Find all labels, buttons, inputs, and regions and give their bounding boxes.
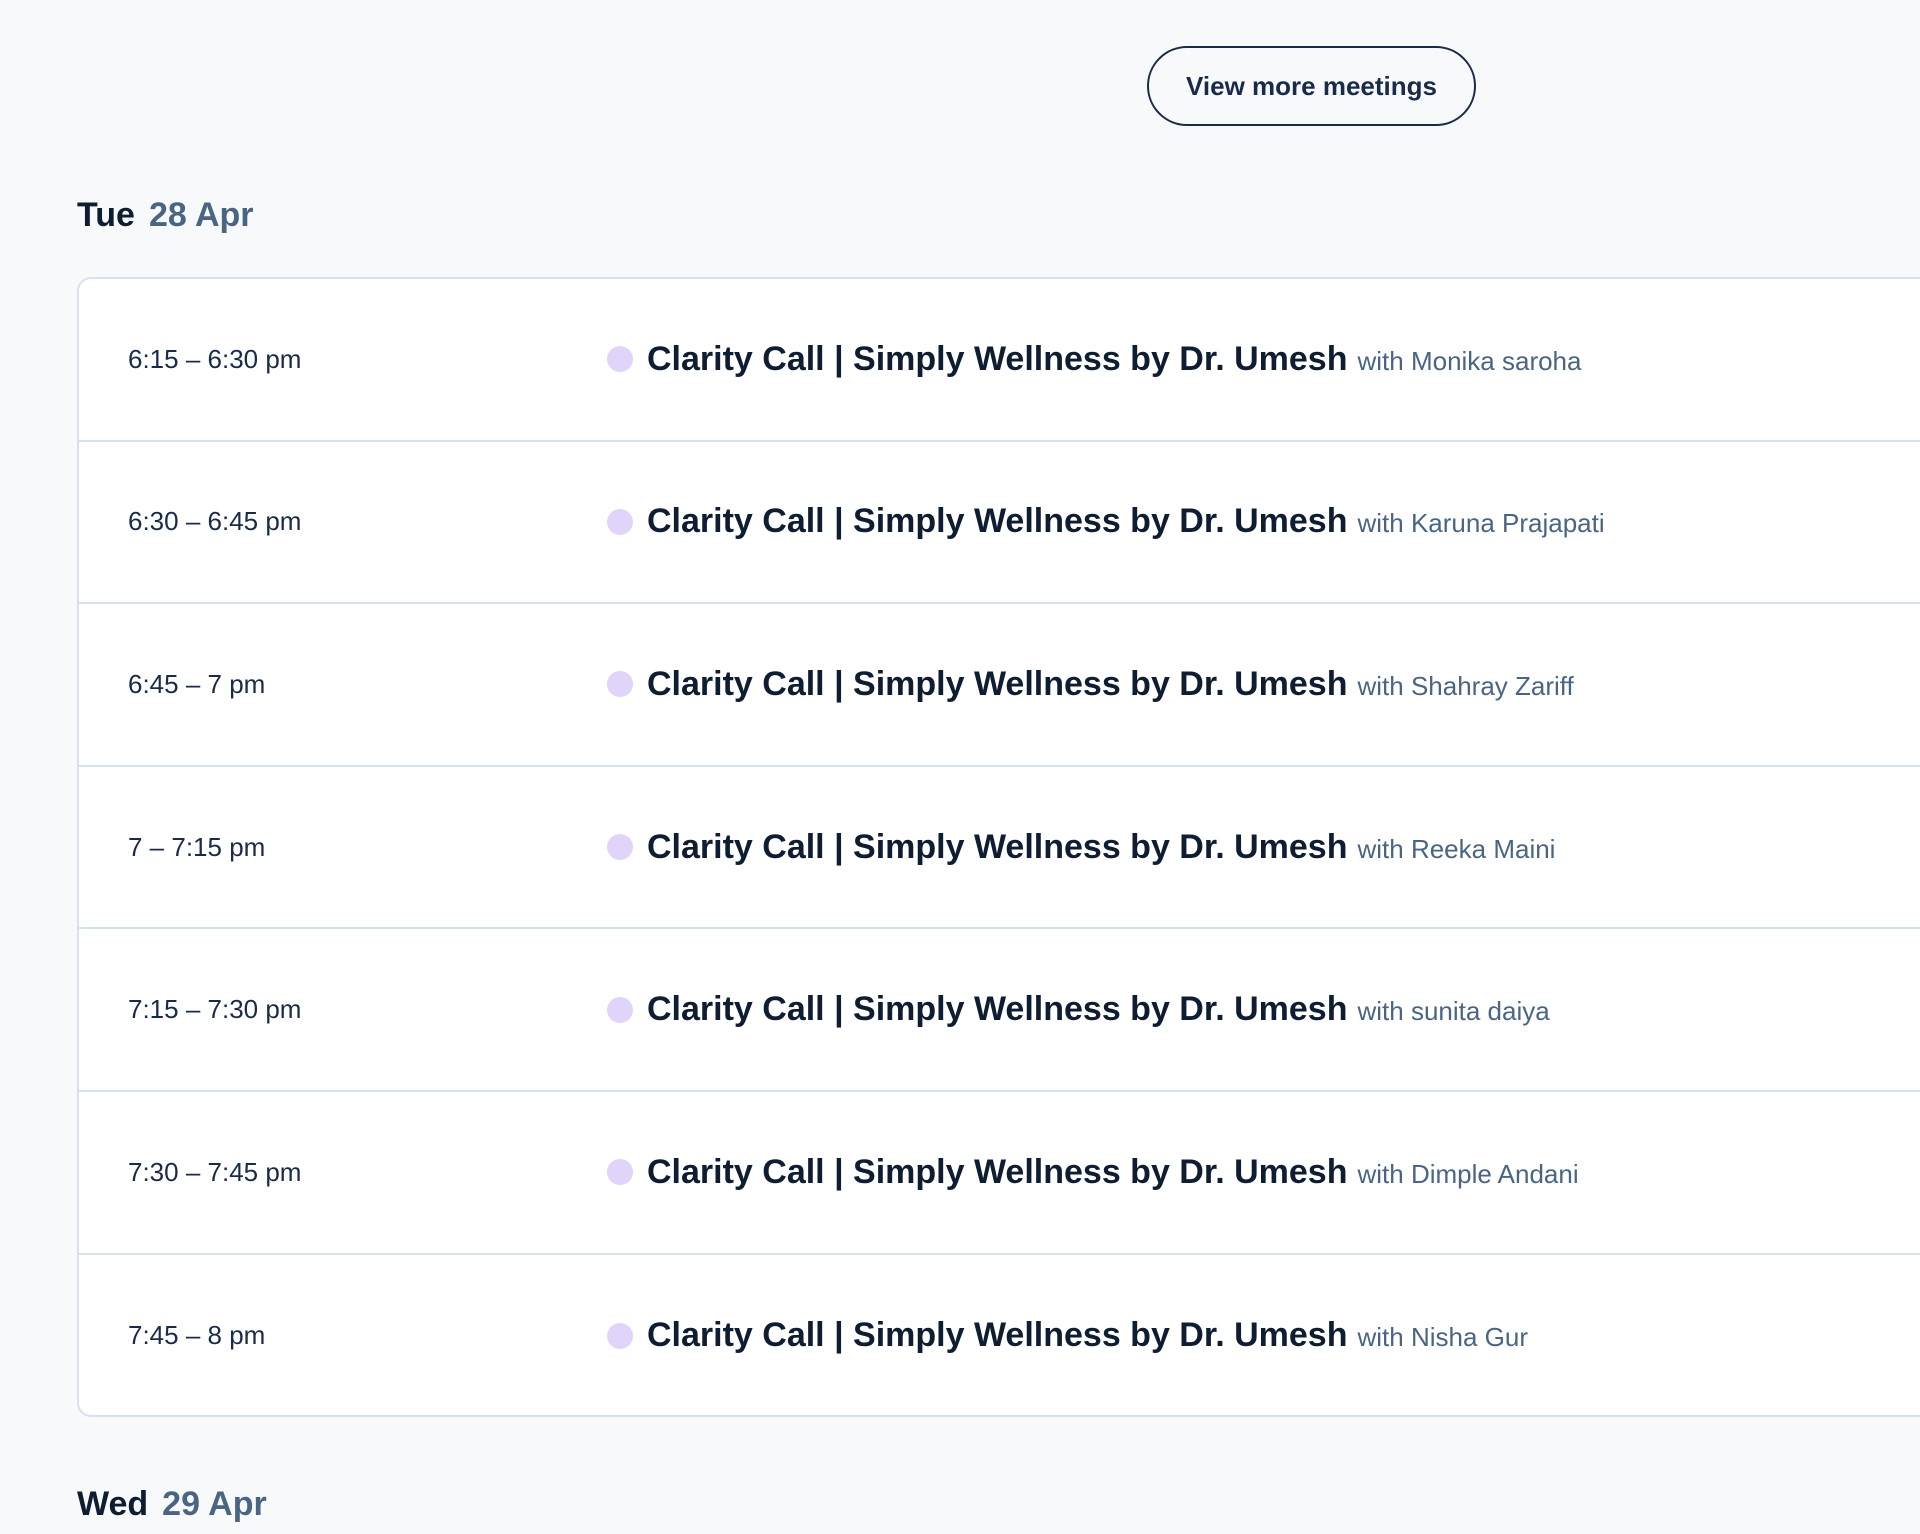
day-header-tue: Tue 28 Apr — [77, 196, 254, 235]
day-weekday: Tue — [77, 196, 135, 234]
view-more-meetings-button[interactable]: View more meetings — [1147, 46, 1476, 126]
meeting-title: Clarity Call | Simply Wellness by Dr. Um… — [647, 339, 1348, 378]
meeting-title: Clarity Call | Simply Wellness by Dr. Um… — [647, 1152, 1348, 1191]
meeting-row[interactable]: 6:30 – 6:45 pm Clarity Call | Simply Wel… — [79, 442, 1920, 605]
meeting-invitee: with sunita daiya — [1357, 996, 1550, 1027]
meeting-invitee: with Reeka Maini — [1357, 833, 1556, 864]
meeting-event: Clarity Call | Simply Wellness by Dr. Um… — [607, 1255, 1528, 1415]
meeting-invitee: with Monika saroha — [1357, 345, 1582, 376]
event-color-dot-icon — [607, 834, 633, 861]
meeting-row[interactable]: 6:45 – 7 pm Clarity Call | Simply Wellne… — [79, 604, 1920, 767]
meeting-event: Clarity Call | Simply Wellness by Dr. Um… — [607, 767, 1555, 928]
meeting-title: Clarity Call | Simply Wellness by Dr. Um… — [647, 827, 1348, 866]
day-date: 29 Apr — [162, 1485, 267, 1523]
meeting-invitee: with Dimple Andani — [1357, 1158, 1579, 1189]
meeting-event: Clarity Call | Simply Wellness by Dr. Um… — [607, 929, 1550, 1090]
meeting-title: Clarity Call | Simply Wellness by Dr. Um… — [647, 664, 1348, 703]
meeting-title: Clarity Call | Simply Wellness by Dr. Um… — [647, 990, 1348, 1029]
meeting-time: 6:45 – 7 pm — [128, 668, 266, 699]
meeting-row[interactable]: 7:15 – 7:30 pm Clarity Call | Simply Wel… — [79, 929, 1920, 1092]
meeting-time: 6:30 – 6:45 pm — [128, 506, 302, 537]
meeting-time: 6:15 – 6:30 pm — [128, 343, 302, 374]
meeting-event: Clarity Call | Simply Wellness by Dr. Um… — [607, 604, 1574, 765]
day-weekday: Wed — [77, 1485, 149, 1523]
meeting-event: Clarity Call | Simply Wellness by Dr. Um… — [607, 279, 1581, 440]
meeting-title: Clarity Call | Simply Wellness by Dr. Um… — [647, 1316, 1348, 1355]
meetings-page: View more meetings Tue 28 Apr 6:15 – 6:30… — [0, 0, 1920, 1534]
day-header-wed: Wed 29 Apr — [77, 1485, 267, 1524]
event-color-dot-icon — [607, 1159, 633, 1186]
event-color-dot-icon — [607, 346, 633, 373]
meeting-row[interactable]: 7 – 7:15 pm Clarity Call | Simply Wellne… — [79, 767, 1920, 930]
meeting-title: Clarity Call | Simply Wellness by Dr. Um… — [647, 502, 1348, 541]
meeting-row[interactable]: 7:45 – 8 pm Clarity Call | Simply Wellne… — [79, 1255, 1920, 1415]
event-color-dot-icon — [607, 508, 633, 535]
meeting-event: Clarity Call | Simply Wellness by Dr. Um… — [607, 1092, 1579, 1253]
event-color-dot-icon — [607, 1322, 633, 1349]
event-color-dot-icon — [607, 671, 633, 698]
meeting-time: 7:45 – 8 pm — [128, 1320, 266, 1351]
meeting-time: 7:30 – 7:45 pm — [128, 1156, 302, 1187]
day-date: 28 Apr — [148, 196, 254, 234]
meeting-invitee: with Nisha Gur — [1357, 1322, 1528, 1353]
meeting-time: 7:15 – 7:30 pm — [128, 994, 302, 1025]
event-color-dot-icon — [607, 996, 633, 1023]
meeting-event: Clarity Call | Simply Wellness by Dr. Um… — [607, 442, 1605, 603]
meeting-invitee: with Shahray Zariff — [1357, 670, 1574, 701]
meeting-time: 7 – 7:15 pm — [128, 831, 266, 862]
meeting-row[interactable]: 7:30 – 7:45 pm Clarity Call | Simply Wel… — [79, 1092, 1920, 1255]
meetings-list: 6:15 – 6:30 pm Clarity Call | Simply Wel… — [77, 277, 1920, 1417]
meeting-row[interactable]: 6:15 – 6:30 pm Clarity Call | Simply Wel… — [79, 279, 1920, 442]
meeting-invitee: with Karuna Prajapati — [1357, 508, 1605, 539]
